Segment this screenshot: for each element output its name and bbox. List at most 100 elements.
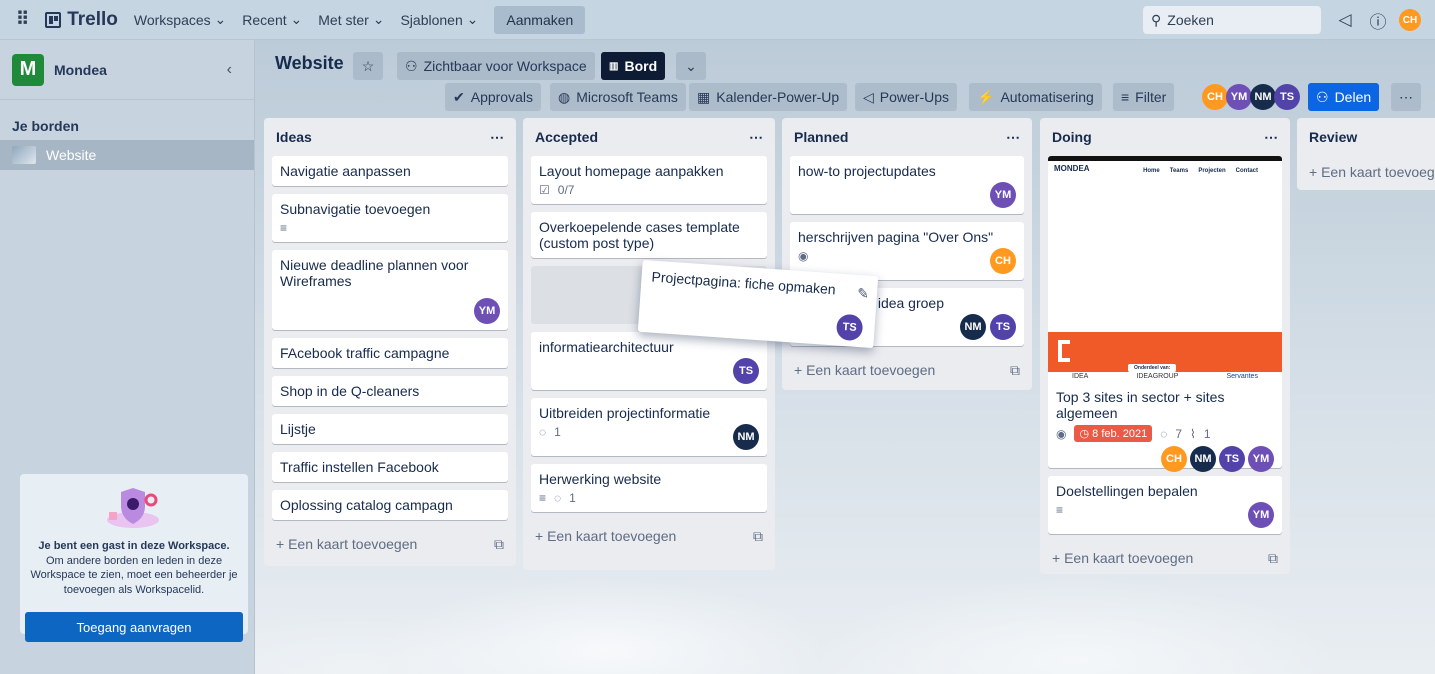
- checklist-icon: ☑: [539, 183, 550, 197]
- list-accepted: Accepted ⋯ Layout homepage aanpakken ☑ 0/7 …: [523, 118, 775, 570]
- approvals-button[interactable]: ✔ Approvals: [445, 83, 541, 111]
- template-icon[interactable]: ⧉: [1010, 362, 1020, 379]
- add-card-button[interactable]: + Een kaart toevoegen: [1305, 156, 1435, 188]
- card[interactable]: Shop in de Q-cleaners: [272, 376, 508, 406]
- workspace-name[interactable]: Mondea: [54, 62, 217, 78]
- sidebar-item-website[interactable]: Website: [0, 140, 254, 170]
- card[interactable]: informatiearchitectuur TS: [531, 332, 767, 390]
- card[interactable]: herschrijven pagina "Over Ons" ◉ CH: [790, 222, 1024, 280]
- member-avatar[interactable]: NM: [1190, 446, 1216, 472]
- add-card-button[interactable]: + Een kaart toevoegen ⧉: [531, 520, 767, 552]
- card[interactable]: Traffic instellen Facebook: [272, 452, 508, 482]
- member-avatar[interactable]: YM: [990, 182, 1016, 208]
- request-access-button[interactable]: Toegang aanvragen: [25, 612, 243, 642]
- collapse-sidebar-icon[interactable]: ‹: [227, 61, 242, 79]
- card-cover-image: MONDEA Home Teams Projecten Contact Onderde…: [1048, 156, 1282, 386]
- member-avatar[interactable]: CH: [990, 248, 1016, 274]
- card[interactable]: Herwerking website ≡ ◌ 1: [531, 464, 767, 512]
- edit-pencil-icon[interactable]: ✎: [857, 285, 870, 303]
- search-icon: ⚲: [1151, 11, 1162, 28]
- list-title[interactable]: Accepted: [535, 129, 598, 145]
- board-header: Website ☆ ⚇ Zichtbaar voor Workspace ▥ Bor…: [255, 40, 1435, 112]
- list-menu-icon[interactable]: ⋯: [749, 129, 763, 146]
- plus-icon: +: [1309, 164, 1318, 180]
- list-menu-icon[interactable]: ⋯: [490, 129, 504, 146]
- view-switch-chevron-icon[interactable]: ⌄: [676, 52, 706, 80]
- more-menu-icon[interactable]: ⋯: [1391, 83, 1421, 111]
- plus-icon: +: [1052, 550, 1061, 566]
- member-avatar[interactable]: NM: [1250, 84, 1276, 110]
- add-card-button[interactable]: + Een kaart toevoegen ⧉: [272, 528, 508, 560]
- member-avatar[interactable]: NM: [960, 314, 986, 340]
- starred-menu[interactable]: Met ster ⌄: [310, 6, 392, 34]
- card[interactable]: Doelstellingen bepalen ≡ YM: [1048, 476, 1282, 534]
- member-avatar[interactable]: TS: [835, 313, 864, 342]
- trello-logo[interactable]: Trello: [37, 9, 126, 31]
- member-avatar[interactable]: TS: [1219, 446, 1245, 472]
- template-icon[interactable]: ⧉: [1268, 550, 1278, 567]
- card[interactable]: Layout homepage aanpakken ☑ 0/7: [531, 156, 767, 204]
- card[interactable]: Oplossing catalog campagn: [272, 490, 508, 520]
- member-avatar[interactable]: CH: [1161, 446, 1187, 472]
- calendar-powerup-button[interactable]: ▦ Kalender-Power-Up: [689, 83, 848, 111]
- list-title[interactable]: Planned: [794, 129, 848, 145]
- create-button[interactable]: Aanmaken: [494, 5, 586, 34]
- card[interactable]: Subnavigatie toevoegen ≡: [272, 194, 508, 242]
- card[interactable]: Navigatie aanpassen: [272, 156, 508, 186]
- comment-icon: ◌: [1160, 426, 1168, 441]
- member-avatar[interactable]: YM: [1226, 84, 1252, 110]
- add-card-button[interactable]: + Een kaart toevoegen ⧉: [1048, 542, 1282, 574]
- template-icon[interactable]: ⧉: [494, 536, 504, 553]
- card[interactable]: how-to projectupdates YM: [790, 156, 1024, 214]
- guest-title: Je bent een gast in deze Workspace.: [38, 540, 230, 552]
- board-title[interactable]: Website: [275, 53, 344, 74]
- card[interactable]: MONDEA Home Teams Projecten Contact Onderde…: [1048, 156, 1282, 472]
- filter-button[interactable]: ≡ Filter: [1113, 83, 1175, 111]
- card[interactable]: Uitbreiden projectinformatie ◌ 1 NM: [531, 398, 767, 456]
- people-icon: ⚇: [405, 57, 418, 74]
- due-date-badge[interactable]: ◷ 8 feb. 2021: [1074, 425, 1153, 442]
- star-icon[interactable]: ☆: [353, 52, 383, 80]
- card[interactable]: FAcebook traffic campagne: [272, 338, 508, 368]
- background-clouds: [255, 560, 1435, 674]
- automation-button[interactable]: ⚡ Automatisering: [969, 83, 1102, 111]
- card[interactable]: Nieuwe deadline plannen voor Wireframes Y…: [272, 250, 508, 330]
- notifications-icon[interactable]: ◁: [1331, 6, 1359, 34]
- share-button[interactable]: ⚇ Delen: [1308, 83, 1380, 111]
- add-card-button[interactable]: + Een kaart toevoegen ⧉: [790, 354, 1024, 386]
- member-avatar[interactable]: YM: [474, 298, 500, 324]
- powerups-button[interactable]: ◁ Power-Ups: [855, 83, 958, 111]
- member-avatar[interactable]: TS: [733, 358, 759, 384]
- template-icon[interactable]: ⧉: [753, 528, 763, 545]
- workspaces-menu[interactable]: Workspaces ⌄: [126, 6, 234, 34]
- app-switcher-icon[interactable]: ⠿: [8, 6, 37, 34]
- card[interactable]: Overkoepelende cases template (custom po…: [531, 212, 767, 258]
- guest-text: Om andere borden en leden in deze Worksp…: [30, 555, 238, 596]
- search-input[interactable]: ⚲ Zoeken: [1143, 6, 1321, 34]
- templates-menu[interactable]: Sjablonen ⌄: [392, 6, 486, 34]
- recent-menu[interactable]: Recent ⌄: [234, 6, 310, 34]
- member-avatar[interactable]: TS: [1274, 84, 1300, 110]
- list-menu-icon[interactable]: ⋯: [1006, 129, 1020, 146]
- comment-icon: ◌: [554, 491, 562, 505]
- filter-icon: ≡: [1121, 89, 1130, 105]
- member-avatar[interactable]: NM: [733, 424, 759, 450]
- teams-button[interactable]: ◍ Microsoft Teams: [550, 83, 686, 111]
- list-title[interactable]: Review: [1309, 129, 1357, 145]
- member-avatar[interactable]: TS: [990, 314, 1016, 340]
- user-avatar[interactable]: CH: [1399, 9, 1421, 31]
- cover-brand: MONDEA: [1054, 164, 1090, 173]
- list-menu-icon[interactable]: ⋯: [1264, 129, 1278, 146]
- help-icon[interactable]: ⓘ: [1364, 6, 1392, 34]
- guest-notice: Je bent een gast in deze Workspace. Om a…: [20, 474, 248, 642]
- card[interactable]: Lijstje: [272, 414, 508, 444]
- member-avatar[interactable]: YM: [1248, 502, 1274, 528]
- visibility-button[interactable]: ⚇ Zichtbaar voor Workspace: [397, 52, 595, 80]
- list-title[interactable]: Ideas: [276, 129, 312, 145]
- member-avatar[interactable]: CH: [1202, 84, 1228, 110]
- teams-icon: ◍: [558, 88, 571, 105]
- member-avatar[interactable]: YM: [1248, 446, 1274, 472]
- board-view-button[interactable]: ▥ Bord: [601, 52, 666, 80]
- comment-icon: ◌: [539, 425, 547, 439]
- list-title[interactable]: Doing: [1052, 129, 1092, 145]
